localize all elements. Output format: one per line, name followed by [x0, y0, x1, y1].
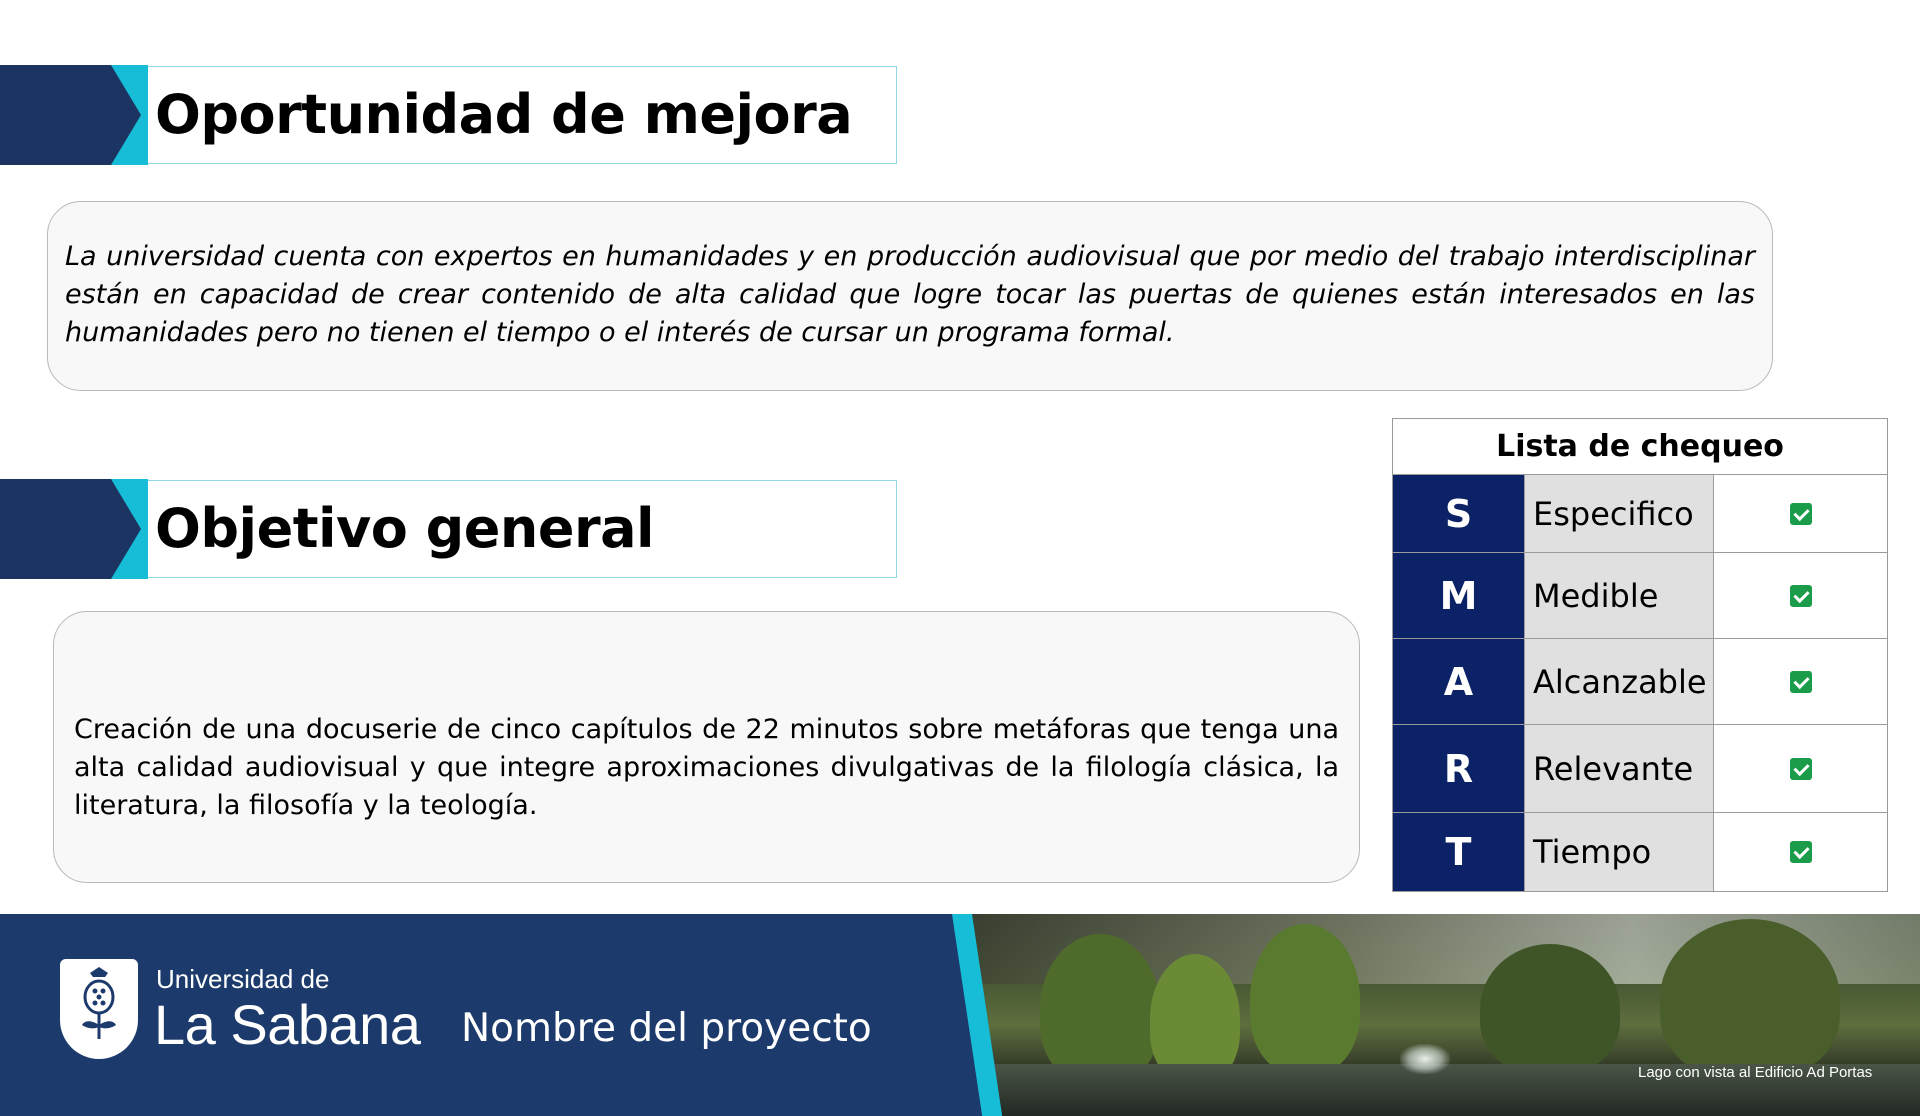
- table-row: T Tiempo: [1392, 812, 1888, 892]
- logo-text-line2: La Sabana: [154, 993, 421, 1056]
- oportunidad-text: La universidad cuenta con expertos en hu…: [65, 241, 1755, 348]
- checklist-title: Lista de chequeo: [1392, 418, 1888, 475]
- oportunidad-title: Oportunidad de mejora: [155, 83, 853, 146]
- checkbox-checked-icon[interactable]: [1789, 670, 1812, 693]
- footer-banner: Universidad de La Sabana Nombre del proy…: [0, 914, 1920, 1116]
- campus-lake-photo: [960, 914, 1920, 1116]
- photo-tree: [1480, 944, 1620, 1074]
- smart-label: Tiempo: [1524, 812, 1714, 892]
- header-dark-block: [0, 65, 111, 165]
- objetivo-title: Objetivo general: [155, 497, 655, 560]
- table-row: R Relevante: [1392, 724, 1888, 813]
- smart-label: Especifico: [1524, 474, 1714, 553]
- header-chevron-icon: [111, 479, 148, 579]
- smart-checklist-table: Lista de chequeo S Especifico M Medible …: [1392, 418, 1888, 892]
- table-row: S Especifico: [1392, 474, 1888, 553]
- smart-label: Medible: [1524, 552, 1714, 639]
- smart-letter: M: [1392, 552, 1525, 639]
- smart-label: Alcanzable: [1524, 638, 1714, 725]
- photo-tree: [1040, 934, 1160, 1084]
- checkbox-checked-icon[interactable]: [1789, 584, 1812, 607]
- objetivo-card: Creación de una docuserie de cinco capít…: [53, 611, 1360, 883]
- logo-text-line1: Universidad de: [156, 964, 330, 994]
- project-name: Nombre del proyecto: [461, 1006, 872, 1051]
- photo-tree: [1660, 919, 1840, 1079]
- checkbox-checked-icon[interactable]: [1789, 841, 1812, 863]
- smart-letter: T: [1392, 812, 1525, 892]
- smart-letter: S: [1392, 474, 1525, 553]
- check-cell: [1713, 724, 1888, 813]
- smart-label: Relevante: [1524, 724, 1714, 813]
- oportunidad-header: Oportunidad de mejora: [0, 65, 898, 165]
- check-cell: [1713, 474, 1888, 553]
- check-cell: [1713, 812, 1888, 892]
- photo-fountain: [1400, 1044, 1450, 1074]
- table-row: A Alcanzable: [1392, 638, 1888, 725]
- checkbox-checked-icon[interactable]: [1789, 757, 1812, 780]
- checkbox-checked-icon[interactable]: [1789, 502, 1812, 525]
- objetivo-text: Creación de una docuserie de cinco capít…: [74, 714, 1339, 821]
- header-dark-block: [0, 479, 111, 579]
- objetivo-header: Objetivo general: [0, 479, 898, 579]
- header-chevron-icon: [111, 65, 148, 165]
- photo-tree: [1250, 924, 1360, 1074]
- university-shield-logo-icon: [60, 959, 138, 1059]
- table-row: M Medible: [1392, 552, 1888, 639]
- photo-caption: Lago con vista al Edificio Ad Portas: [1638, 1064, 1873, 1081]
- check-cell: [1713, 638, 1888, 725]
- smart-letter: R: [1392, 724, 1525, 813]
- oportunidad-card: La universidad cuenta con expertos en hu…: [47, 201, 1773, 391]
- smart-letter: A: [1392, 638, 1525, 725]
- check-cell: [1713, 552, 1888, 639]
